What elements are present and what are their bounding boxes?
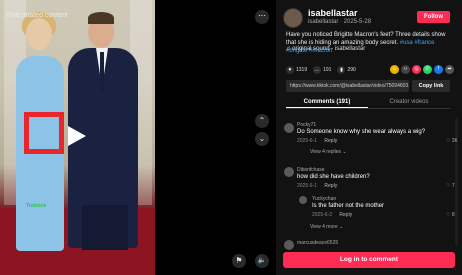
related-content-label[interactable]: Find related content bbox=[6, 12, 68, 19]
highlight-box bbox=[24, 112, 64, 154]
sound-link[interactable]: ♫ original sound - isabellastar bbox=[286, 46, 365, 52]
comment-avatar[interactable] bbox=[284, 167, 294, 177]
comment-count: 191 bbox=[323, 67, 332, 73]
woman-head bbox=[26, 18, 52, 50]
follow-button[interactable]: Follow bbox=[417, 11, 450, 23]
reply-date: 2025-6-2 bbox=[312, 212, 333, 218]
volume-icon[interactable]: 🔈 bbox=[255, 254, 269, 268]
reply-text: Is the father not the mother bbox=[312, 203, 385, 209]
video-url-field[interactable]: https://www.tiktok.com/@isabellastar/vid… bbox=[286, 80, 409, 92]
reply-meta: 2025-6-2 Reply bbox=[312, 212, 352, 218]
next-video-button[interactable]: ⌄ bbox=[255, 132, 269, 146]
comment-text: Do Someone know why she wear always a wi… bbox=[297, 129, 426, 135]
login-to-comment-button[interactable]: Log in to comment bbox=[283, 252, 455, 268]
heart-icon: ♡ bbox=[446, 138, 451, 144]
comment-meta: 2025-6-1 Reply bbox=[297, 138, 337, 144]
facebook-icon[interactable]: f bbox=[434, 65, 443, 74]
like-button[interactable]: ♥ 1319 bbox=[286, 66, 307, 74]
tie bbox=[100, 52, 104, 92]
friends-icon[interactable]: ◎ bbox=[412, 65, 421, 74]
comment-avatar[interactable] bbox=[284, 123, 294, 133]
comment-like-count: 36 bbox=[451, 138, 458, 144]
comment-like-count: 7 bbox=[451, 183, 455, 189]
man-hair bbox=[88, 12, 114, 24]
view-more-replies-button[interactable]: View 4 more ⌄ bbox=[310, 224, 343, 230]
view-replies-button[interactable]: View 4 replies ⌄ bbox=[310, 149, 347, 155]
author-username[interactable]: isabellastar bbox=[308, 8, 358, 18]
comment-like-button[interactable]: ♡ 36 bbox=[446, 138, 457, 144]
action-bar: ♥ 1319 … 191 ▮ 290 bbox=[286, 65, 362, 75]
heart-icon: ♥ bbox=[286, 66, 294, 74]
previous-video-button[interactable]: ⌃ bbox=[255, 114, 269, 128]
play-icon[interactable] bbox=[68, 126, 86, 146]
comment-icon: … bbox=[313, 66, 322, 74]
comment-like-button[interactable]: ♡ 8 bbox=[446, 212, 455, 218]
heart-icon: ♡ bbox=[446, 212, 451, 218]
comment-username[interactable]: Dibsnfchase bbox=[297, 167, 325, 173]
author-avatar[interactable] bbox=[283, 8, 303, 28]
more-options-icon[interactable]: ⋯ bbox=[255, 10, 269, 24]
tab-comments[interactable]: Comments (191) bbox=[286, 96, 368, 108]
copy-link-button[interactable]: Copy link bbox=[412, 80, 450, 92]
video-player[interactable]: Find related content Ticktock bbox=[0, 0, 155, 275]
panel-tabs: Comments (191) Creator videos bbox=[286, 96, 450, 109]
comment-like-button[interactable]: ♡ 7 bbox=[446, 183, 455, 189]
save-button[interactable]: ▮ 290 bbox=[337, 66, 356, 74]
comment-text: how did she have children? bbox=[297, 174, 370, 180]
reply-avatar[interactable] bbox=[299, 196, 307, 204]
whatsapp-icon[interactable]: ✆ bbox=[423, 65, 432, 74]
bookmark-icon: ▮ bbox=[337, 66, 346, 74]
comment-like-count: 8 bbox=[451, 212, 455, 218]
code-icon[interactable]: ‹› bbox=[401, 65, 410, 74]
like-count: 1319 bbox=[296, 67, 308, 73]
tab-creator-videos[interactable]: Creator videos bbox=[368, 96, 450, 108]
comment-date: 2025-6-1 bbox=[297, 138, 318, 144]
comment-username[interactable]: Pocky71 bbox=[297, 122, 316, 128]
report-icon[interactable]: ⚑ bbox=[232, 254, 246, 268]
reply-button[interactable]: Reply bbox=[339, 212, 352, 218]
share-row: ☺ ‹› ◎ ✆ f ➦ bbox=[388, 65, 454, 75]
reply-username[interactable]: Yuckychan bbox=[312, 196, 336, 202]
comment-button[interactable]: … 191 bbox=[313, 66, 331, 74]
comment-username[interactable]: marcusdeace6525 bbox=[297, 240, 338, 246]
watermark: Ticktock bbox=[26, 203, 47, 209]
comment-avatar[interactable] bbox=[284, 240, 294, 250]
reply-button[interactable]: Reply bbox=[324, 138, 337, 144]
embed-icon[interactable]: ☺ bbox=[390, 65, 399, 74]
author-subline: isabellastar · 2025-5-28 bbox=[308, 19, 372, 25]
more-share-icon[interactable]: ➦ bbox=[445, 65, 454, 74]
reply-button[interactable]: Reply bbox=[324, 183, 337, 189]
man-legs bbox=[82, 205, 128, 250]
heart-icon: ♡ bbox=[446, 183, 451, 189]
comment-date: 2025-6-1 bbox=[297, 183, 318, 189]
comment-meta: 2025-6-1 Reply bbox=[297, 183, 337, 189]
save-count: 290 bbox=[347, 67, 356, 73]
